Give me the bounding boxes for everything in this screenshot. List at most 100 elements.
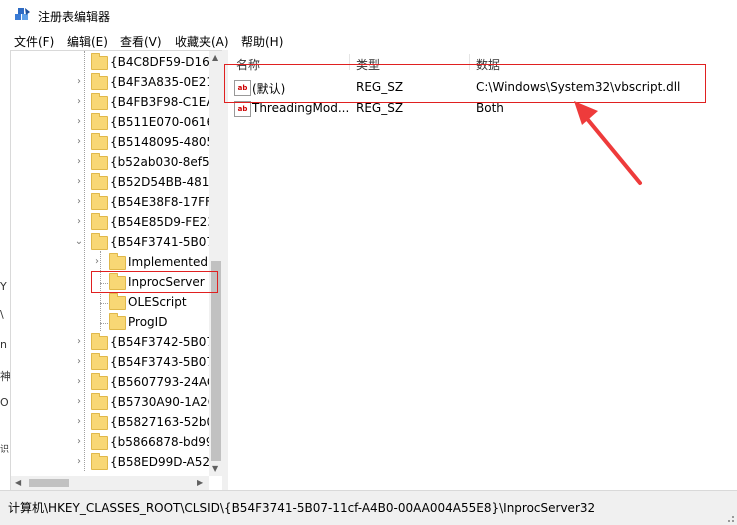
- tree-item-label: {B4FB3F98-C1EA: [110, 95, 215, 109]
- scroll-right-icon[interactable]: ▶: [197, 478, 203, 487]
- tree-item[interactable]: › {b52ab030-8ef5-: [11, 153, 214, 173]
- tree-item-label: {B5827163-52b0: [110, 415, 215, 429]
- menu-view[interactable]: 查看(V): [120, 33, 162, 50]
- tree-item[interactable]: › {b5866878-bd99: [11, 433, 214, 453]
- expand-chevron-icon[interactable]: ›: [73, 196, 85, 207]
- expand-chevron-icon[interactable]: ›: [73, 216, 85, 227]
- background-window-edge: Y \ n 神 O 识: [0, 50, 11, 490]
- tree-item[interactable]: › {B52D54BB-4818: [11, 173, 217, 193]
- edge-glyph: 识: [0, 445, 10, 455]
- tree-item-label: {B54E38F8-17FF-: [110, 195, 217, 209]
- menu-file[interactable]: 文件(F): [14, 33, 54, 50]
- highlight-box-inprocserver: [91, 271, 218, 293]
- tree-item[interactable]: › {B5827163-52b0: [11, 413, 214, 433]
- folder-icon: [109, 253, 126, 270]
- expand-chevron-icon[interactable]: ›: [73, 76, 85, 87]
- edge-glyph: \: [0, 308, 4, 321]
- registry-values-list: 名称 类型 数据 ab (默认) REG_SZ C:\Windows\Syste…: [228, 50, 737, 490]
- scroll-left-icon[interactable]: ◀: [15, 478, 21, 487]
- tree-item[interactable]: › {B4F3A835-0E21: [11, 73, 214, 93]
- expand-chevron-icon[interactable]: ›: [73, 116, 85, 127]
- expand-chevron-icon[interactable]: ›: [73, 96, 85, 107]
- value-name: ThreadingMod...: [252, 101, 350, 115]
- tree-item[interactable]: › {B54F3742-5B07: [11, 333, 214, 353]
- value-data: Both: [476, 101, 504, 115]
- tree-item[interactable]: › {B5730A90-1A2C: [11, 393, 216, 413]
- tree-h-scroll-thumb[interactable]: [29, 479, 69, 487]
- folder-icon: [91, 353, 108, 370]
- tree-vertical-scrollbar[interactable]: ▲ ▼: [209, 51, 223, 476]
- folder-icon: [109, 313, 126, 330]
- folder-icon: [91, 113, 108, 130]
- tree-item[interactable]: › Implemented: [11, 253, 209, 273]
- tree-item[interactable]: › {B54F3743-5B07: [11, 353, 214, 373]
- title-bar: 注册表编辑器: [0, 0, 737, 30]
- expand-chevron-icon[interactable]: ›: [73, 436, 85, 447]
- expand-chevron-icon[interactable]: ›: [73, 396, 85, 407]
- tree-item-label: {B5730A90-1A2C: [110, 395, 217, 409]
- resize-grip-icon[interactable]: [723, 511, 735, 523]
- tree-item-label: {B54F3742-5B07: [110, 335, 215, 349]
- tree-item[interactable]: › {B54E85D9-FE23: [11, 213, 215, 233]
- folder-icon: [91, 193, 108, 210]
- tree-item-label: {B58ED99D-A528: [110, 455, 218, 469]
- folder-icon: [91, 233, 108, 250]
- folder-icon: [91, 93, 108, 110]
- tree-item-label: {b5866878-bd99: [110, 435, 214, 449]
- tree-horizontal-scrollbar[interactable]: ◀ ▶: [11, 476, 209, 490]
- tree-item-label: {B5148095-4805: [110, 135, 215, 149]
- folder-icon: [91, 133, 108, 150]
- tree-item[interactable]: › {B511E070-0616: [11, 113, 214, 133]
- tree-item-label: OLEScript: [128, 295, 187, 309]
- window-title: 注册表编辑器: [38, 10, 111, 24]
- folder-icon: [91, 433, 108, 450]
- edge-glyph: O: [0, 396, 9, 409]
- folder-icon: [91, 73, 108, 90]
- status-path: 计算机\HKEY_CLASSES_ROOT\CLSID\{B54F3741-5B…: [8, 501, 596, 515]
- tree-item-label: {B5607793-24AC: [110, 375, 216, 389]
- tree-item[interactable]: ProgID: [11, 313, 209, 333]
- folder-icon: [91, 333, 108, 350]
- tree-item[interactable]: OLEScript: [11, 293, 209, 313]
- tree-item-label: {B511E070-0616: [110, 115, 215, 129]
- menu-favorites[interactable]: 收藏夹(A): [175, 33, 229, 50]
- reg-sz-icon: ab: [234, 101, 251, 117]
- menu-help[interactable]: 帮助(H): [241, 33, 283, 50]
- registry-editor-icon: [15, 8, 30, 20]
- tree-item-label: {b52ab030-8ef5-: [110, 155, 214, 169]
- folder-icon: [91, 373, 108, 390]
- menu-edit[interactable]: 编辑(E): [67, 33, 108, 50]
- expand-chevron-icon[interactable]: ›: [73, 376, 85, 387]
- value-type: REG_SZ: [356, 101, 404, 115]
- expand-chevron-icon[interactable]: ›: [73, 156, 85, 167]
- tree-item[interactable]: › {B5148095-4805: [11, 133, 214, 153]
- tree-item-label: {B54F3741-5B07: [110, 235, 215, 249]
- expand-chevron-icon[interactable]: ›: [91, 256, 103, 267]
- annotation-arrow-icon: [574, 101, 642, 185]
- tree-item-label: ProgID: [128, 315, 168, 329]
- tree-item[interactable]: › {B4FB3F98-C1EA: [11, 93, 215, 113]
- expand-chevron-icon[interactable]: ›: [73, 336, 85, 347]
- tree-item[interactable]: › {B58ED99D-A528: [11, 453, 218, 473]
- folder-icon: [91, 173, 108, 190]
- expand-chevron-icon[interactable]: ›: [73, 456, 85, 467]
- tree-item-label: Implemented: [128, 255, 208, 269]
- expand-chevron-icon[interactable]: ›: [73, 176, 85, 187]
- scroll-up-icon[interactable]: ▲: [212, 53, 218, 62]
- tree-item-label: {B4F3A835-0E21: [110, 75, 214, 89]
- expand-chevron-icon[interactable]: ›: [73, 356, 85, 367]
- tree-item[interactable]: {B4C8DF59-D16F: [11, 53, 217, 73]
- folder-icon: [91, 393, 108, 410]
- expand-chevron-icon[interactable]: ›: [73, 136, 85, 147]
- folder-icon: [91, 213, 108, 230]
- tree-item-label: {B4C8DF59-D16F: [110, 55, 217, 69]
- scroll-down-icon[interactable]: ▼: [212, 464, 218, 473]
- tree-item[interactable]: ⌄ {B54F3741-5B07: [11, 233, 214, 253]
- tree-item[interactable]: › {B5607793-24AC: [11, 373, 215, 393]
- folder-icon: [91, 453, 108, 470]
- collapse-chevron-icon[interactable]: ⌄: [73, 236, 85, 247]
- expand-chevron-icon[interactable]: ›: [73, 416, 85, 427]
- tree-item[interactable]: › {B54E38F8-17FF-: [11, 193, 216, 213]
- folder-icon: [91, 153, 108, 170]
- folder-icon: [91, 413, 108, 430]
